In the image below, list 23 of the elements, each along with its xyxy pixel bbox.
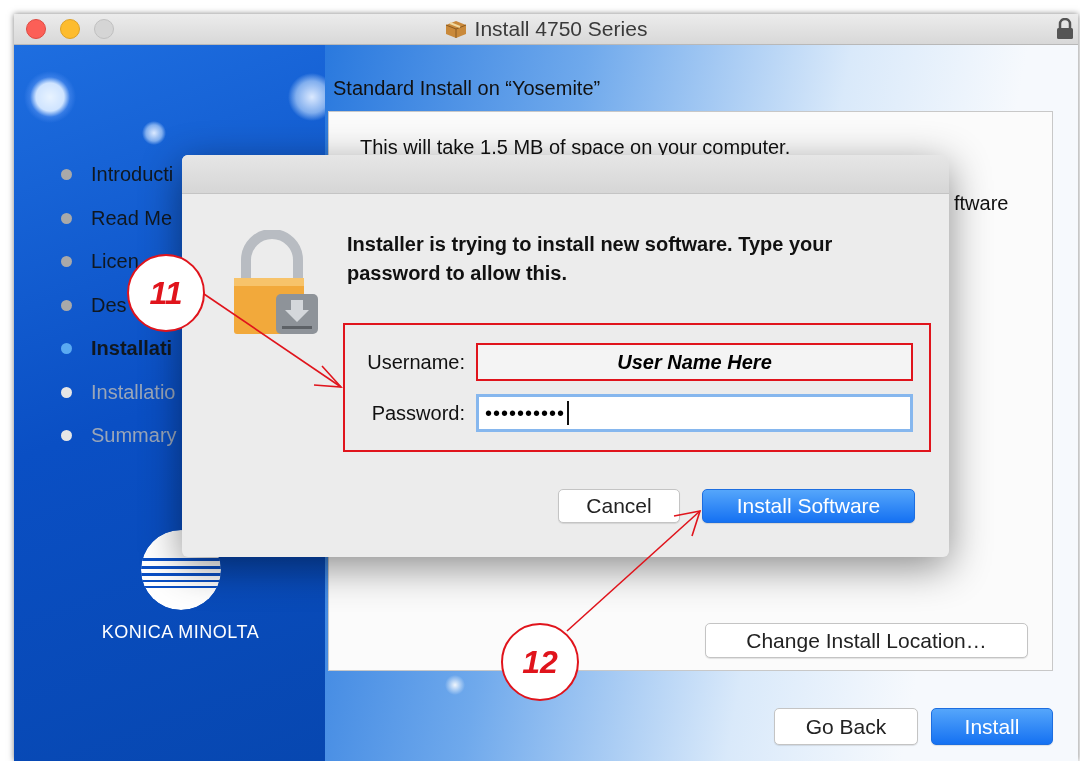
- step-label: Summary: [91, 424, 177, 448]
- package-icon: [444, 19, 467, 39]
- install-heading: Standard Install on “Yosemite”: [333, 77, 602, 101]
- minimize-button[interactable]: [60, 19, 80, 39]
- field-label: Password:: [370, 401, 465, 425]
- info-text: This will take 1.5 MB of space on your computer.: [360, 136, 792, 160]
- username-field[interactable]: User Name Here: [476, 343, 913, 381]
- lock-icon[interactable]: [1056, 18, 1074, 40]
- window-title: Install 4750 Series: [474, 17, 648, 41]
- step-label: Installatio: [91, 380, 176, 404]
- change-location-button[interactable]: Change Install Location…: [705, 623, 1028, 658]
- step-label: Installati: [91, 337, 173, 361]
- password-field[interactable]: ••••••••••: [476, 394, 913, 432]
- step-label: Introducti: [91, 163, 174, 187]
- cancel-button[interactable]: Cancel: [558, 489, 680, 523]
- dialog-message: Installer is trying to install new software. Type your password to allow this.: [347, 232, 834, 286]
- step-label: Des: [91, 293, 127, 317]
- brand-logo-text: KONICA MINOLTA: [101, 621, 260, 643]
- info-text: ftware: [954, 192, 1010, 216]
- close-button[interactable]: [26, 19, 46, 39]
- step-label: Read Me: [91, 206, 173, 230]
- back-button[interactable]: Go Back: [774, 708, 918, 745]
- field-label: Username:: [366, 350, 465, 374]
